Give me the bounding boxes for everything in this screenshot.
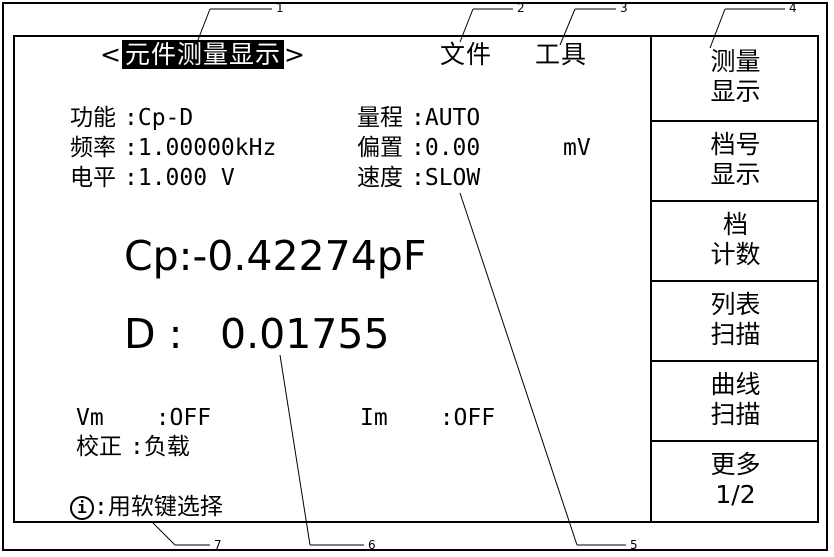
callout-line-7 bbox=[151, 521, 176, 546]
callout-line-4 bbox=[709, 8, 726, 49]
callout-4: 4 bbox=[789, 1, 797, 15]
callout-line-3 bbox=[559, 8, 576, 46]
callout-leaders bbox=[151, 8, 785, 546]
callout-7: 7 bbox=[214, 538, 222, 552]
callout-line-5 bbox=[459, 192, 578, 546]
callout-3: 3 bbox=[620, 1, 628, 15]
callout-6: 6 bbox=[368, 538, 376, 552]
callout-5: 5 bbox=[630, 538, 638, 552]
callout-line-6 bbox=[279, 354, 311, 546]
callout-line-1 bbox=[195, 8, 211, 46]
callout-2: 2 bbox=[517, 1, 525, 15]
callout-line-2 bbox=[459, 8, 474, 43]
callout-1: 1 bbox=[276, 1, 284, 15]
